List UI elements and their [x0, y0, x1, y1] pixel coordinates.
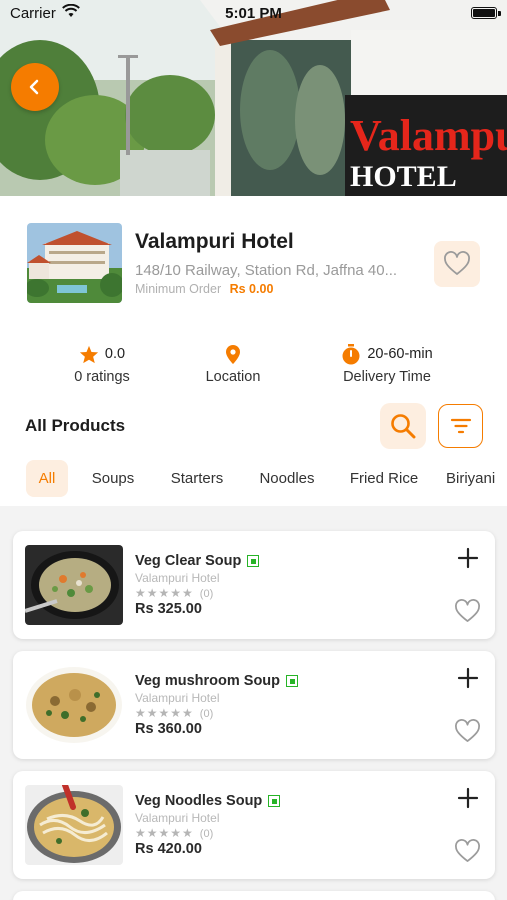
- product-name: Veg mushroom Soup: [135, 673, 281, 689]
- rating-stat: 0.0 0 ratings: [40, 342, 164, 385]
- tab-all[interactable]: All: [26, 460, 68, 497]
- product-card[interactable]: Veg mushroom Soup Valampuri Hotel ★★★★★ (…: [13, 651, 495, 759]
- search-icon: [391, 414, 416, 439]
- minimum-order-label: Minimum Order: [135, 282, 222, 296]
- rating-count-label: 0 ratings: [74, 369, 130, 385]
- rating-stars: ★★★★★: [135, 706, 194, 720]
- plus-icon[interactable]: [457, 787, 479, 809]
- rating-count: (0): [199, 828, 214, 840]
- product-image: [25, 545, 123, 625]
- battery-icon: [471, 7, 497, 19]
- heart-outline-icon[interactable]: [454, 839, 481, 864]
- product-name-row: Veg mushroom Soup: [135, 673, 299, 689]
- product-card-partial[interactable]: [13, 891, 495, 900]
- product-hotel: Valampuri Hotel: [135, 691, 220, 705]
- plus-icon[interactable]: [457, 667, 479, 689]
- delivery-time-value: 20-60-min: [367, 346, 433, 362]
- rating-count: (0): [199, 588, 214, 600]
- tab-fried-rice[interactable]: Fried Rice: [344, 460, 424, 497]
- back-button[interactable]: [11, 63, 59, 111]
- product-price: Rs 360.00: [135, 721, 202, 737]
- restaurant-screen: Valampuri HOTEL Carrier 5:01 PM: [0, 0, 507, 900]
- delivery-time-stat: 20-60-min Delivery Time: [325, 342, 449, 385]
- tab-noodles[interactable]: Noodles: [252, 460, 322, 497]
- product-hotel: Valampuri Hotel: [135, 571, 220, 585]
- rating-value: 0.0: [104, 346, 126, 362]
- product-image: [25, 665, 123, 745]
- product-price: Rs 325.00: [135, 601, 202, 617]
- heart-outline-icon[interactable]: [454, 599, 481, 624]
- heart-outline-icon[interactable]: [454, 719, 481, 744]
- veg-badge-icon: [268, 795, 281, 807]
- battery-tip: [498, 11, 501, 16]
- hotel-cover-scene: Valampuri HOTEL: [0, 0, 507, 196]
- product-name-row: Veg Noodles Soup: [135, 793, 281, 809]
- status-bar: Carrier 5:01 PM: [0, 0, 507, 28]
- product-rating: ★★★★★ (0): [135, 826, 213, 840]
- minimum-order-value: Rs 0.00: [229, 282, 274, 296]
- tab-soups[interactable]: Soups: [84, 460, 142, 497]
- search-button[interactable]: [380, 403, 426, 449]
- delivery-time-label: Delivery Time: [343, 369, 431, 385]
- filter-icon: [450, 418, 471, 434]
- chevron-left-icon: [29, 79, 39, 95]
- product-rating: ★★★★★ (0): [135, 706, 213, 720]
- product-card[interactable]: Veg Clear Soup Valampuri Hotel ★★★★★ (0) …: [13, 531, 495, 639]
- hotel-sign-subtext: HOTEL: [350, 160, 457, 193]
- hotel-address: 148/10 Railway, Station Rd, Jaffna 40...: [135, 262, 398, 279]
- clock-label: 5:01 PM: [225, 5, 282, 22]
- category-tabs: All Soups Starters Noodles Fried Rice Bi…: [0, 460, 507, 500]
- hotel-cover-image: Valampuri HOTEL Carrier 5:01 PM: [0, 0, 507, 196]
- product-price: Rs 420.00: [135, 841, 202, 857]
- rating-count: (0): [199, 708, 214, 720]
- timer-icon: [342, 343, 360, 364]
- tab-biriyani[interactable]: Biriyani: [446, 460, 507, 497]
- product-name: Veg Clear Soup: [135, 553, 242, 569]
- product-name: Veg Noodles Soup: [135, 793, 263, 809]
- map-pin-icon: [226, 344, 240, 364]
- product-hotel: Valampuri Hotel: [135, 811, 220, 825]
- veg-badge-icon: [247, 555, 260, 567]
- heart-outline-icon: [444, 251, 470, 275]
- filter-button[interactable]: [438, 404, 483, 448]
- star-icon: [79, 345, 98, 363]
- product-image: [25, 785, 123, 865]
- rating-stars: ★★★★★: [135, 586, 194, 600]
- favorite-hotel-button[interactable]: [434, 241, 480, 287]
- plus-icon[interactable]: [457, 547, 479, 569]
- minimum-order: Minimum Order Rs 0.00: [135, 282, 273, 296]
- veg-badge-icon: [286, 675, 299, 687]
- hotel-name: Valampuri Hotel: [135, 230, 294, 253]
- hotel-info-panel: Valampuri Hotel 148/10 Railway, Station …: [0, 196, 507, 506]
- tab-starters[interactable]: Starters: [162, 460, 232, 497]
- rating-stars: ★★★★★: [135, 826, 194, 840]
- product-card[interactable]: Veg Noodles Soup Valampuri Hotel ★★★★★ (0…: [13, 771, 495, 879]
- product-rating: ★★★★★ (0): [135, 586, 213, 600]
- all-products-title: All Products: [25, 416, 126, 435]
- product-name-row: Veg Clear Soup: [135, 553, 260, 569]
- hotel-thumbnail: [27, 223, 122, 303]
- location-label: Location: [205, 369, 261, 385]
- location-stat[interactable]: Location: [180, 342, 286, 385]
- hotel-sign-text: Valampuri: [350, 111, 507, 160]
